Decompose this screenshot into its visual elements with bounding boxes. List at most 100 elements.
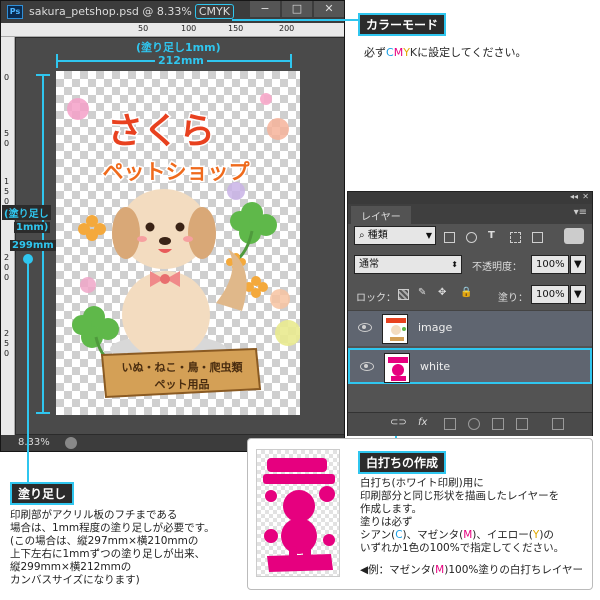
white-layer-example-image [256,449,340,577]
height-guide-tick-top [36,74,50,76]
photoshop-logo-icon: Ps [7,5,23,19]
blend-mode-select[interactable]: 通常 ⬍ [354,255,462,274]
opacity-input[interactable]: 100% [531,255,569,274]
bubble-decoration [80,277,96,293]
filter-shape-icon[interactable] [510,232,521,243]
lock-pixels-icon[interactable]: ✎ [418,287,426,298]
ruler-tick: 0 [4,273,10,282]
lock-transparency-icon[interactable] [398,289,409,300]
panel-tabbar: レイヤー ▾≡ [348,204,592,224]
canvas-area[interactable]: さくら ペットショップ いぬ・ねこ・鳥・爬虫類 ペット用品 [16,38,344,434]
dog-illustration [110,189,247,363]
tab-layers[interactable]: レイヤー [351,206,411,224]
clover-right [230,202,277,263]
ruler-tick: 100 [181,24,197,33]
width-label: 212mm [155,54,207,67]
filter-type-icon[interactable]: T [488,230,495,241]
panel-menu-icon[interactable]: ▾≡ [574,207,587,218]
desc-text: )、マゼンタ( [402,529,464,541]
artwork-title: さくら [107,111,215,152]
bleed-left-label-2: 1mm) [14,222,51,233]
ruler-tick: 50 [138,24,149,33]
bubble-decoration [227,182,245,200]
close-button[interactable]: ✕ [314,1,344,17]
search-icon: ⌕ [359,230,368,241]
opacity-dropdown-icon[interactable]: ▼ [570,255,586,274]
ruler-left[interactable]: 0 5 0 1 5 0 2 0 0 2 5 0 [1,37,15,435]
panel-footer: ⊂⊃ fx [348,412,592,436]
document-filename: sakura_petshop.psd @ 8.33% [29,5,192,18]
opacity-label: 不透明度： [472,262,522,273]
filter-value: 種類 [367,230,388,241]
blend-mode-value: 通常 [359,259,379,270]
callout-white-desc: 白打ち(ホワイト印刷)用に 印刷部分と同じ形状を描画したレイヤーを 作成します。… [360,477,592,555]
ruler-top[interactable]: 50 100 150 200 [1,23,344,37]
callout-dot-bleed [23,254,33,264]
visibility-eye-icon[interactable] [360,362,374,371]
zoom-level[interactable]: 8.33% [18,437,50,448]
artboard[interactable]: さくら ペットショップ いぬ・ねこ・鳥・爬虫類 ペット用品 [56,71,301,415]
filter-smart-object-icon[interactable] [532,232,543,243]
filter-toggle-icon[interactable] [564,228,584,244]
ruler-tick: 1 [4,177,10,186]
desc-text: シアン( [360,529,396,541]
layer-row-image[interactable]: image [348,310,592,346]
magenta-letter: M [393,46,404,59]
ruler-tick: 5 [4,129,10,138]
desc-text: )、イエロー( [472,529,533,541]
desc-line: いずれか1色の100%で指定してください。 [360,542,565,554]
bubble-decoration [260,93,272,105]
desc-line: 白打ち(ホワイト印刷)用に [360,477,484,489]
callout-connector-bleed [27,258,29,484]
lock-position-icon[interactable]: ✥ [438,287,446,298]
bubble-decoration [267,118,289,140]
bleed-top-label: (塗り足し1mm) [136,41,221,54]
filter-adjustment-icon[interactable] [466,232,477,243]
cyan-letter: C [386,46,394,59]
lock-label: ロック： [356,293,396,304]
height-label: 299mm [10,240,56,251]
fx-icon[interactable]: fx [418,417,427,428]
new-group-icon[interactable] [492,418,504,430]
layer-row-white[interactable]: white [348,348,592,384]
maximize-button[interactable]: □ [282,1,312,17]
artwork: さくら ペットショップ いぬ・ねこ・鳥・爬虫類 ペット用品 [67,93,301,399]
fill-label: 塗り： [498,293,528,304]
collapse-icon[interactable]: ◂◂ [570,192,578,201]
ruler-tick: 2 [4,329,10,338]
magenta-letter: M [435,564,445,576]
layer-filter-select[interactable]: ⌕ 種類 ▼ [354,226,436,245]
adjustment-layer-icon[interactable] [468,418,480,430]
visibility-eye-icon[interactable] [358,323,372,332]
minimize-button[interactable]: − [250,1,280,17]
fill-input[interactable]: 100% [531,285,569,304]
callout-color-mode: カラーモード 必ずCMYKに設定してください。 [358,13,594,60]
ruler-tick: 5 [4,339,10,348]
callout-white-layer: 白打ちの作成 白打ち(ホワイト印刷)用に 印刷部分と同じ形状を描画したレイヤーを… [247,438,593,590]
filter-pixel-icon[interactable] [444,232,455,243]
close-icon[interactable]: ✕ [582,192,589,201]
magenta-letter: M [463,529,473,541]
status-info-icon[interactable] [65,437,77,449]
trash-icon[interactable] [552,418,564,430]
yellow-letter: Y [403,46,410,59]
layer-thumbnail-art [388,357,408,381]
desc-line: シアン(C)、マゼンタ(M)、イエロー(Y)の [360,529,592,542]
document-window: Ps sakura_petshop.psd @ 8.33% CMYK − □ ✕ … [0,0,345,452]
document-title: sakura_petshop.psd @ 8.33% CMYK [29,4,234,19]
sign-line-1: いぬ・ねこ・鳥・爬虫類 [122,360,244,374]
add-mask-icon[interactable] [444,418,456,430]
ruler-tick: 200 [279,24,295,33]
color-mode-badge: CMYK [194,4,234,19]
ruler-tick: 0 [4,349,10,358]
new-layer-icon[interactable] [516,418,528,430]
layer-name-white: white [420,360,451,373]
lock-all-icon[interactable]: 🔒 [460,287,472,298]
link-layers-icon[interactable]: ⊂⊃ [390,417,407,428]
layers-panel: ◂◂ ✕ レイヤー ▾≡ ⌕ 種類 ▼ T 通常 ⬍ 不透明度： 100% ▼ ロッ… [347,191,593,436]
fill-dropdown-icon[interactable]: ▼ [570,285,586,304]
desc-text: )100%塗りの白打ちレイヤー [444,564,584,576]
chevron-down-icon: ▼ [425,231,432,240]
chevron-down-icon: ⬍ [451,260,458,269]
artwork-subtitle: ペットショップ [103,160,251,184]
